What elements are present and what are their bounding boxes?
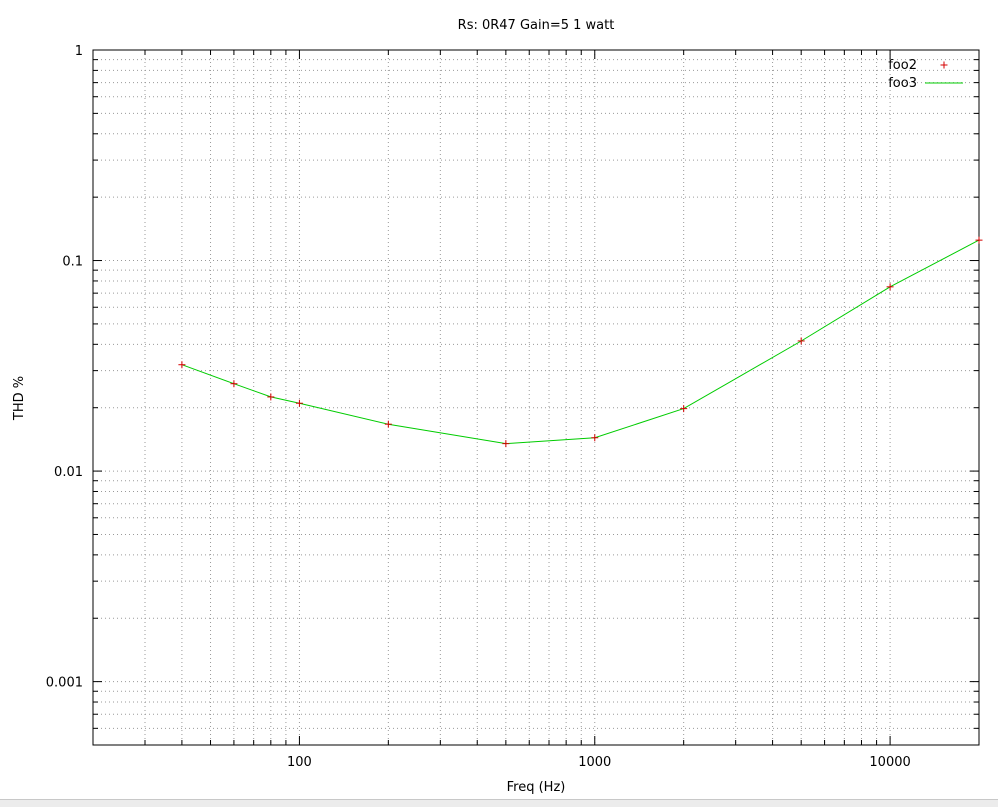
- legend-label-foo2: foo2: [888, 58, 917, 73]
- window-bottom-strip: [0, 799, 998, 807]
- y-tick-label: 0.1: [62, 255, 83, 270]
- y-tick-label: 0.01: [54, 465, 83, 480]
- x-tick-label: 10000: [869, 755, 910, 770]
- data-point-foo2: [295, 399, 303, 407]
- axis-ticks: 100 1000 10000 0.001 0.01 0.1 1: [46, 44, 979, 770]
- data-point-foo2: [680, 405, 688, 413]
- plot-border: [92, 49, 980, 746]
- data-point-foo2: [267, 393, 275, 401]
- data-point-foo2: [975, 236, 983, 244]
- data-point-foo2: [591, 434, 599, 442]
- data-point-foo2: [502, 440, 510, 448]
- data-point-foo2: [230, 380, 238, 388]
- thd-vs-frequency-chart: 100 1000 10000 0.001 0.01 0.1 1 Rs: 0R47 Gain=…: [12, 18, 983, 795]
- chart-title: Rs: 0R47 Gain=5 1 watt: [458, 18, 615, 33]
- y-axis-label: THD %: [12, 376, 27, 421]
- x-axis-label: Freq (Hz): [507, 780, 566, 795]
- series-layer: [178, 236, 983, 448]
- legend: foo2 foo3: [888, 58, 963, 91]
- legend-label-foo3: foo3: [888, 76, 917, 91]
- y-tick-label: 0.001: [46, 676, 83, 691]
- y-tick-label: 1: [75, 44, 83, 59]
- x-tick-label: 100: [287, 755, 312, 770]
- legend-marker-foo2: [940, 61, 948, 69]
- grid: [93, 50, 979, 746]
- data-point-foo2: [886, 283, 894, 291]
- data-point-foo2: [797, 337, 805, 345]
- x-tick-label: 1000: [578, 755, 611, 770]
- data-point-foo2: [384, 420, 392, 428]
- data-point-foo2: [178, 361, 186, 369]
